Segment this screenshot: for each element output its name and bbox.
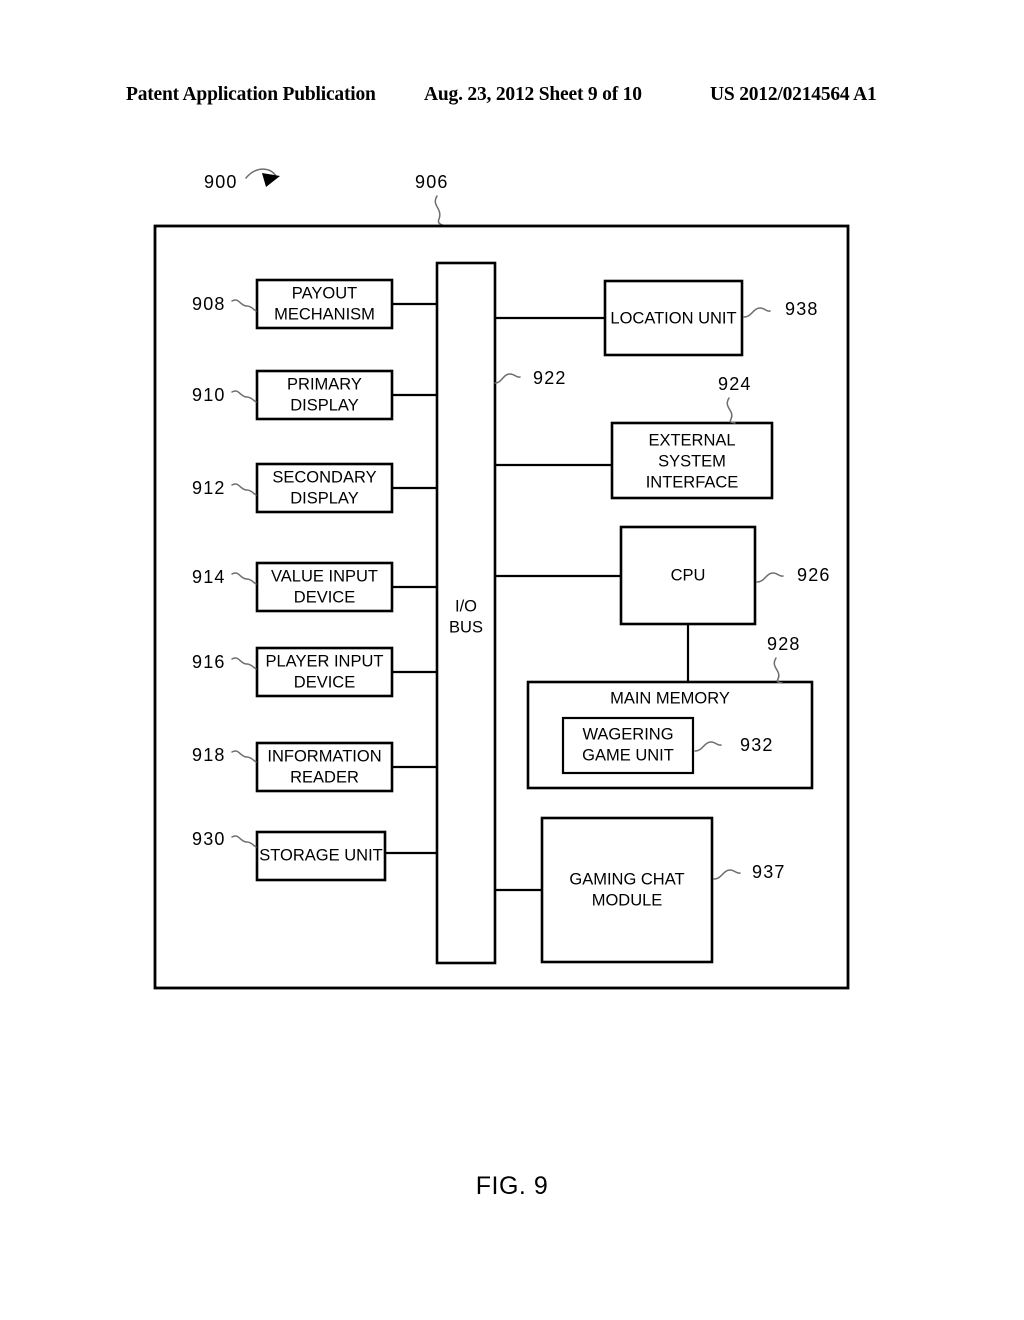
information-reader-line1: INFORMATION — [267, 747, 381, 765]
ref-label-918: 918 — [192, 745, 226, 765]
wagering-game-unit-line2: GAME UNIT — [582, 746, 674, 764]
cpu-label: CPU — [671, 566, 706, 584]
ref-label-930: 930 — [192, 829, 226, 849]
primary-display-line1: PRIMARY — [287, 375, 362, 393]
external-system-interface-line1: EXTERNAL — [648, 431, 735, 449]
io-bus-label-line2: BUS — [449, 618, 483, 636]
ref-label-938: 938 — [785, 299, 819, 319]
ref-label-937: 937 — [752, 862, 786, 882]
secondary-display-line2: DISPLAY — [290, 489, 358, 507]
figure-9-diagram: 900 906 I/O BUS 922 PAYOUT MECHANISM 908… — [153, 168, 850, 990]
ref-label-908: 908 — [192, 294, 226, 314]
ref-label-906: 906 — [415, 172, 449, 192]
player-input-device-line1: PLAYER INPUT — [266, 652, 384, 670]
ref-label-910: 910 — [192, 385, 226, 405]
information-reader-line2: READER — [290, 768, 359, 786]
value-input-device-line1: VALUE INPUT — [271, 567, 378, 585]
main-memory-title: MAIN MEMORY — [610, 689, 730, 707]
ref-label-924: 924 — [718, 374, 752, 394]
storage-unit-label: STORAGE UNIT — [259, 846, 382, 864]
leader-906 — [434, 195, 445, 227]
ref-label-922: 922 — [533, 368, 567, 388]
ref-label-900: 900 — [204, 172, 238, 192]
value-input-device-line2: DEVICE — [294, 588, 355, 606]
primary-display-line2: DISPLAY — [290, 396, 358, 414]
payout-mechanism-line2: MECHANISM — [274, 305, 375, 323]
ref-label-916: 916 — [192, 652, 226, 672]
ref-label-912: 912 — [192, 478, 226, 498]
external-system-interface-line3: INTERFACE — [646, 473, 739, 491]
wagering-game-unit-line1: WAGERING — [582, 725, 673, 743]
ref-label-926: 926 — [797, 565, 831, 585]
block-gaming-chat-module — [540, 816, 714, 964]
ref-label-928: 928 — [767, 634, 801, 654]
patent-page: Patent Application Publication Aug. 23, … — [0, 0, 1024, 1320]
payout-mechanism-line1: PAYOUT — [292, 284, 357, 302]
external-system-interface-line2: SYSTEM — [658, 452, 726, 470]
gaming-chat-module-line1: GAMING CHAT — [569, 870, 684, 888]
ref-label-932: 932 — [740, 735, 774, 755]
player-input-device-line2: DEVICE — [294, 673, 355, 691]
io-bus-label-line1: I/O — [455, 597, 477, 615]
secondary-display-line1: SECONDARY — [272, 468, 376, 486]
figure-caption: FIG. 9 — [475, 1172, 549, 1200]
arrowhead-900 — [262, 173, 280, 187]
ref-label-914: 914 — [192, 567, 226, 587]
gaming-chat-module-line2: MODULE — [592, 891, 663, 909]
location-unit-label: LOCATION UNIT — [610, 309, 736, 327]
